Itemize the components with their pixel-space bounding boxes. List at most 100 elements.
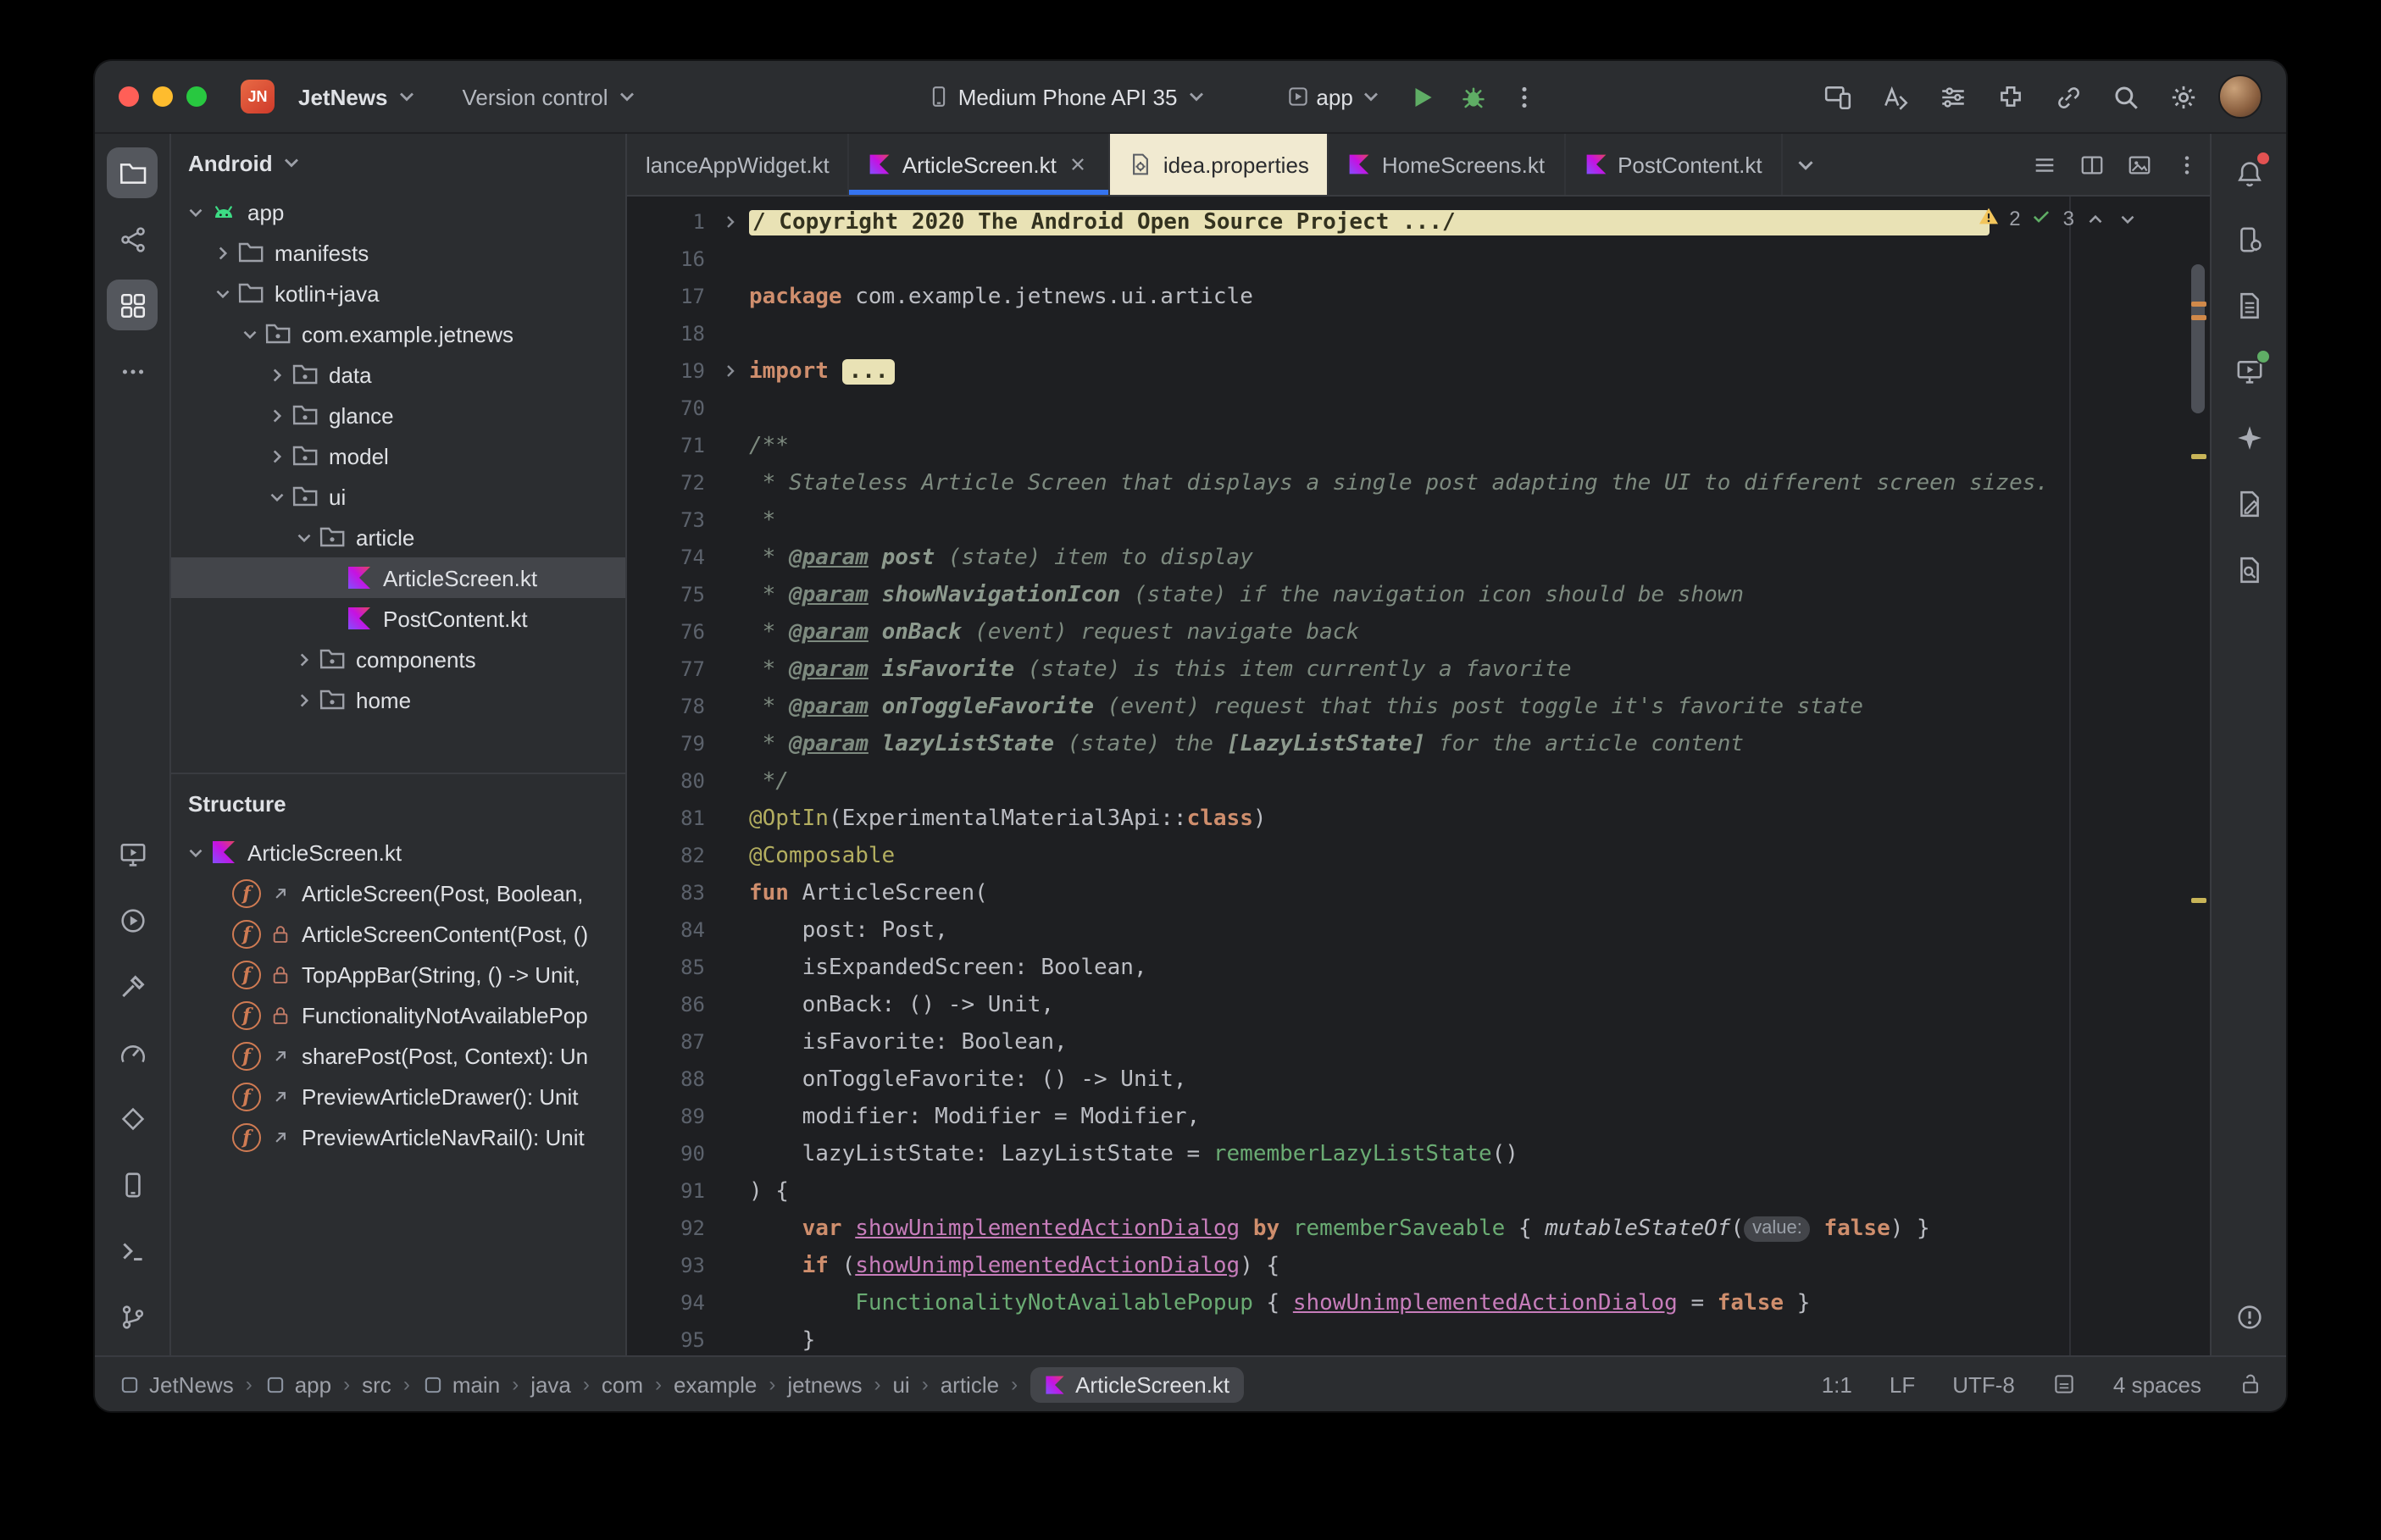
line-number[interactable]: 75 [627,583,712,607]
code-line[interactable]: 83 fun ArticleScreen( [627,874,2210,911]
editor-tab[interactable]: lanceAppWidget.kt [627,134,850,195]
project-tree-item[interactable]: manifests [171,232,625,273]
line-number[interactable]: 16 [627,247,712,271]
line-number[interactable]: 88 [627,1067,712,1091]
line-number[interactable]: 17 [627,285,712,308]
code-line[interactable]: 70 [627,390,2210,427]
remote-link-button[interactable] [2045,75,2090,119]
code-line[interactable]: 90 lazyListState: LazyListState = rememb… [627,1135,2210,1172]
fold-expand-icon[interactable] [712,212,749,232]
code-line[interactable]: 78 * @param onToggleFavorite (event) req… [627,688,2210,725]
structure-item[interactable]: f FunctionalityNotAvailablePop [171,994,625,1035]
vcs-widget[interactable]: Version control [452,79,649,114]
line-number[interactable]: 71 [627,434,712,457]
indent-setting[interactable]: 4 spaces [2113,1371,2201,1397]
structure-root-item[interactable]: ArticleScreen.kt [171,832,625,872]
project-tree-item[interactable]: com.example.jetnews [171,313,625,354]
code-line[interactable]: 91) { [627,1172,2210,1210]
app-inspection-tool-button[interactable] [107,1093,158,1144]
plugins-button[interactable] [1988,75,2032,119]
line-number[interactable]: 72 [627,471,712,495]
gemini-button[interactable] [2223,412,2274,463]
editor[interactable]: 1 / Copyright 2020 The Android Open Sourc… [627,197,2210,1355]
line-number[interactable]: 90 [627,1142,712,1166]
code-line[interactable]: 86 onBack: () -> Unit, [627,986,2210,1023]
chevron-right-icon[interactable] [263,361,291,388]
project-tree-item[interactable]: glance [171,395,625,435]
commit-tool-button[interactable] [107,213,158,264]
debug-button[interactable] [1451,75,1496,119]
code-line[interactable]: 16 [627,241,2210,278]
structure-item[interactable]: f ArticleScreenContent(Post, () [171,913,625,954]
line-number[interactable]: 89 [627,1105,712,1128]
line-number[interactable]: 86 [627,993,712,1017]
code-line[interactable]: 1 / Copyright 2020 The Android Open Sourc… [627,203,2210,241]
project-widget[interactable]: JetNews [288,79,429,114]
structure-item[interactable]: f ArticleScreen(Post, Boolean, [171,872,625,913]
code-line[interactable]: 81 @OptIn (ExperimentalMaterial3Api:: class… [627,800,2210,837]
line-number[interactable]: 95 [627,1328,712,1352]
structure-item[interactable]: f PreviewArticleNavRail(): Unit [171,1116,625,1157]
settings-button[interactable] [2161,75,2205,119]
breadcrumb-item[interactable]: com [602,1371,643,1397]
running-devices-tool-button[interactable] [107,828,158,879]
line-number[interactable]: 1 [627,210,712,234]
line-separator[interactable]: LF [1890,1371,1915,1397]
code-line[interactable]: 72 * Stateless Article Screen that displ… [627,464,2210,501]
project-tree-item[interactable]: app [171,191,625,232]
line-number[interactable]: 70 [627,396,712,420]
chevron-down-icon[interactable] [263,483,291,510]
view-options-button[interactable] [1930,75,1974,119]
line-number[interactable]: 73 [627,508,712,532]
editor-tab[interactable]: PostContent.kt [1565,134,1783,195]
running-devices-button[interactable] [2223,346,2274,396]
editor-options-button[interactable] [2162,134,2210,195]
device-manager-button[interactable] [2223,213,2274,264]
line-number[interactable]: 19 [627,359,712,383]
breadcrumb-item[interactable]: JetNews [119,1371,234,1397]
chevron-down-icon[interactable] [290,523,319,551]
cursor-position[interactable]: 1:1 [1822,1371,1852,1397]
code-line[interactable]: 19 import ... [627,352,2210,390]
editor-tab[interactable]: ArticleScreen.kt [849,134,1111,195]
breadcrumb-item[interactable]: article [941,1371,999,1397]
folded-region[interactable]: / Copyright 2020 The Android Open Source… [749,209,1990,235]
breadcrumb-item[interactable]: src [362,1371,391,1397]
line-number[interactable]: 76 [627,620,712,644]
code-line[interactable]: 84 post: Post, [627,911,2210,949]
breadcrumb-item[interactable]: ui [892,1371,909,1397]
project-tree-item[interactable]: ArticleScreen.kt [171,557,625,598]
line-number[interactable]: 78 [627,695,712,718]
project-view-selector[interactable]: Android [171,134,625,191]
more-tools-button[interactable] [107,346,158,396]
problems-button[interactable] [2223,1291,2274,1342]
preview-layout-button[interactable] [2115,134,2162,195]
line-number[interactable]: 18 [627,322,712,346]
chevron-down-icon[interactable] [208,280,237,307]
editor-config-icon[interactable] [2052,1372,2076,1396]
terminal-tool-button[interactable] [107,1225,158,1276]
code-line[interactable]: 94 FunctionalityNotAvailablePopup { show… [627,1284,2210,1321]
code-line[interactable]: 75 * @param showNavigationIcon (state) i… [627,576,2210,613]
code-line[interactable]: 80 */ [627,762,2210,800]
line-number[interactable]: 77 [627,657,712,681]
project-tree-item[interactable]: kotlin+java [171,273,625,313]
editor-tab[interactable]: HomeScreens.kt [1329,134,1566,195]
resource-manager-button[interactable] [2223,478,2274,529]
line-number[interactable]: 79 [627,732,712,756]
device-mirror-button[interactable] [1815,75,1859,119]
code-line[interactable]: 88 onToggleFavorite: () -> Unit, [627,1061,2210,1098]
zoom-window-button[interactable] [186,86,207,107]
code-line[interactable]: 92 var showUnimplementedActionDialog by … [627,1210,2210,1247]
structure-item[interactable]: f TopAppBar(String, () -> Unit, [171,954,625,994]
next-problem-button[interactable] [2117,208,2139,230]
editor-tab[interactable]: idea.properties [1110,134,1329,195]
project-tool-button[interactable] [107,147,158,198]
chevron-down-icon[interactable] [236,320,264,347]
line-number[interactable]: 93 [627,1254,712,1277]
chevron-down-icon[interactable] [181,839,210,866]
line-number[interactable]: 87 [627,1030,712,1054]
project-tree-item[interactable]: model [171,435,625,476]
project-tree-item[interactable]: ui [171,476,625,517]
line-number[interactable]: 91 [627,1179,712,1203]
